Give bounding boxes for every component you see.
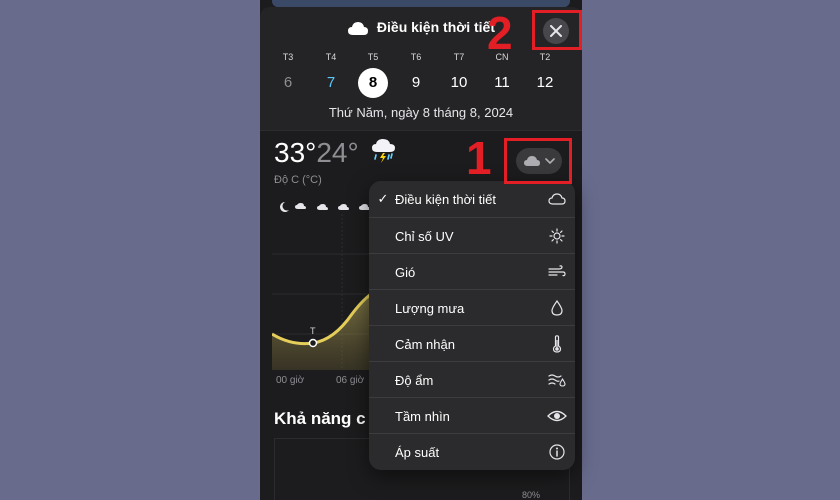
day-number: 11	[494, 74, 510, 91]
x-axis-label: 00 giờ	[276, 375, 305, 386]
high-temperature: 33°	[274, 137, 317, 168]
hourly-condition-icons	[280, 202, 370, 212]
sheet-title-text: Điều kiện thời tiết	[376, 19, 495, 35]
thunderstorm-icon	[372, 139, 396, 163]
menu-item-uv-index[interactable]: Chỉ số UV	[369, 218, 575, 254]
temperature-summary: 33°24°	[274, 137, 398, 169]
menu-item-humidity[interactable]: Độ ẩm	[369, 362, 575, 398]
day-item[interactable]: T4 7	[311, 52, 351, 98]
menu-item-label: Chỉ số UV	[395, 228, 454, 244]
menu-item-feels-like[interactable]: Cảm nhận	[369, 326, 575, 362]
day-item[interactable]: T3 6	[268, 52, 308, 98]
day-item-selected[interactable]: T5 8	[353, 52, 393, 98]
menu-item-label: Độ ẩm	[395, 372, 434, 388]
annotation-highlight-close	[532, 10, 582, 50]
week-day-picker: T3 6 T4 7 T5 8 T6 9 T7 10 CN 11 T2 12	[266, 52, 574, 102]
annotation-step-2: 2	[487, 7, 513, 59]
annotation-step-1: 1	[466, 132, 492, 184]
metric-dropdown-menu: ✓ Điều kiện thời tiết Chỉ số UV Gió Lượn…	[369, 181, 575, 470]
day-number: 7	[326, 74, 336, 91]
menu-item-label: Gió	[395, 264, 416, 280]
menu-item-label: Lượng mưa	[395, 300, 465, 316]
day-item[interactable]: T6 9	[396, 52, 436, 98]
day-of-week: T2	[539, 52, 551, 62]
menu-item-precipitation[interactable]: Lượng mưa	[369, 290, 575, 326]
selected-date: Thứ Năm, ngày 8 tháng 8, 2024	[328, 105, 514, 120]
precipitation-section-title: Khả năng c	[274, 409, 366, 428]
menu-item-label: Áp suất	[395, 444, 440, 460]
cloud-icon	[539, 193, 575, 205]
menu-item-wind[interactable]: Gió	[369, 254, 575, 290]
day-of-week: T6	[410, 52, 422, 62]
day-number: 8	[358, 68, 388, 98]
day-of-week: T5	[367, 52, 379, 62]
low-temperature: 24°	[316, 137, 359, 168]
chart-point-label: T	[310, 326, 316, 336]
humidity-icon	[539, 373, 575, 387]
day-of-week: T4	[325, 52, 337, 62]
menu-item-label: Cảm nhận	[395, 336, 455, 352]
menu-item-pressure[interactable]: Áp suất	[369, 434, 575, 470]
day-item[interactable]: T7 10	[439, 52, 479, 98]
sun-icon	[539, 228, 575, 244]
scale-label: 80%	[522, 490, 541, 500]
day-of-week: T7	[453, 52, 465, 62]
x-axis-label: 06 giờ	[336, 375, 365, 386]
day-number: 9	[411, 74, 421, 91]
background-card-edge	[272, 0, 570, 7]
day-number: 10	[450, 74, 468, 91]
info-icon	[539, 444, 575, 460]
checkmark-icon: ✓	[377, 191, 389, 206]
temperature-unit: Độ C (°C)	[274, 174, 322, 186]
menu-item-conditions[interactable]: ✓ Điều kiện thời tiết	[369, 181, 575, 217]
menu-item-visibility[interactable]: Tầm nhìn	[369, 398, 575, 434]
menu-item-label: Tầm nhìn	[395, 408, 450, 424]
day-number: 12	[536, 74, 554, 91]
day-of-week: T3	[282, 52, 294, 62]
drop-icon	[539, 300, 575, 316]
annotation-highlight-selector	[504, 138, 572, 184]
eye-icon	[539, 409, 575, 423]
day-item[interactable]: T2 12	[525, 52, 565, 98]
day-number: 6	[283, 74, 293, 91]
thermometer-icon	[539, 335, 575, 353]
menu-item-label: Điều kiện thời tiết	[395, 191, 497, 207]
temperature-chart	[272, 214, 380, 370]
divider	[260, 130, 582, 131]
wind-icon	[539, 265, 575, 279]
cloud-icon	[347, 19, 377, 35]
